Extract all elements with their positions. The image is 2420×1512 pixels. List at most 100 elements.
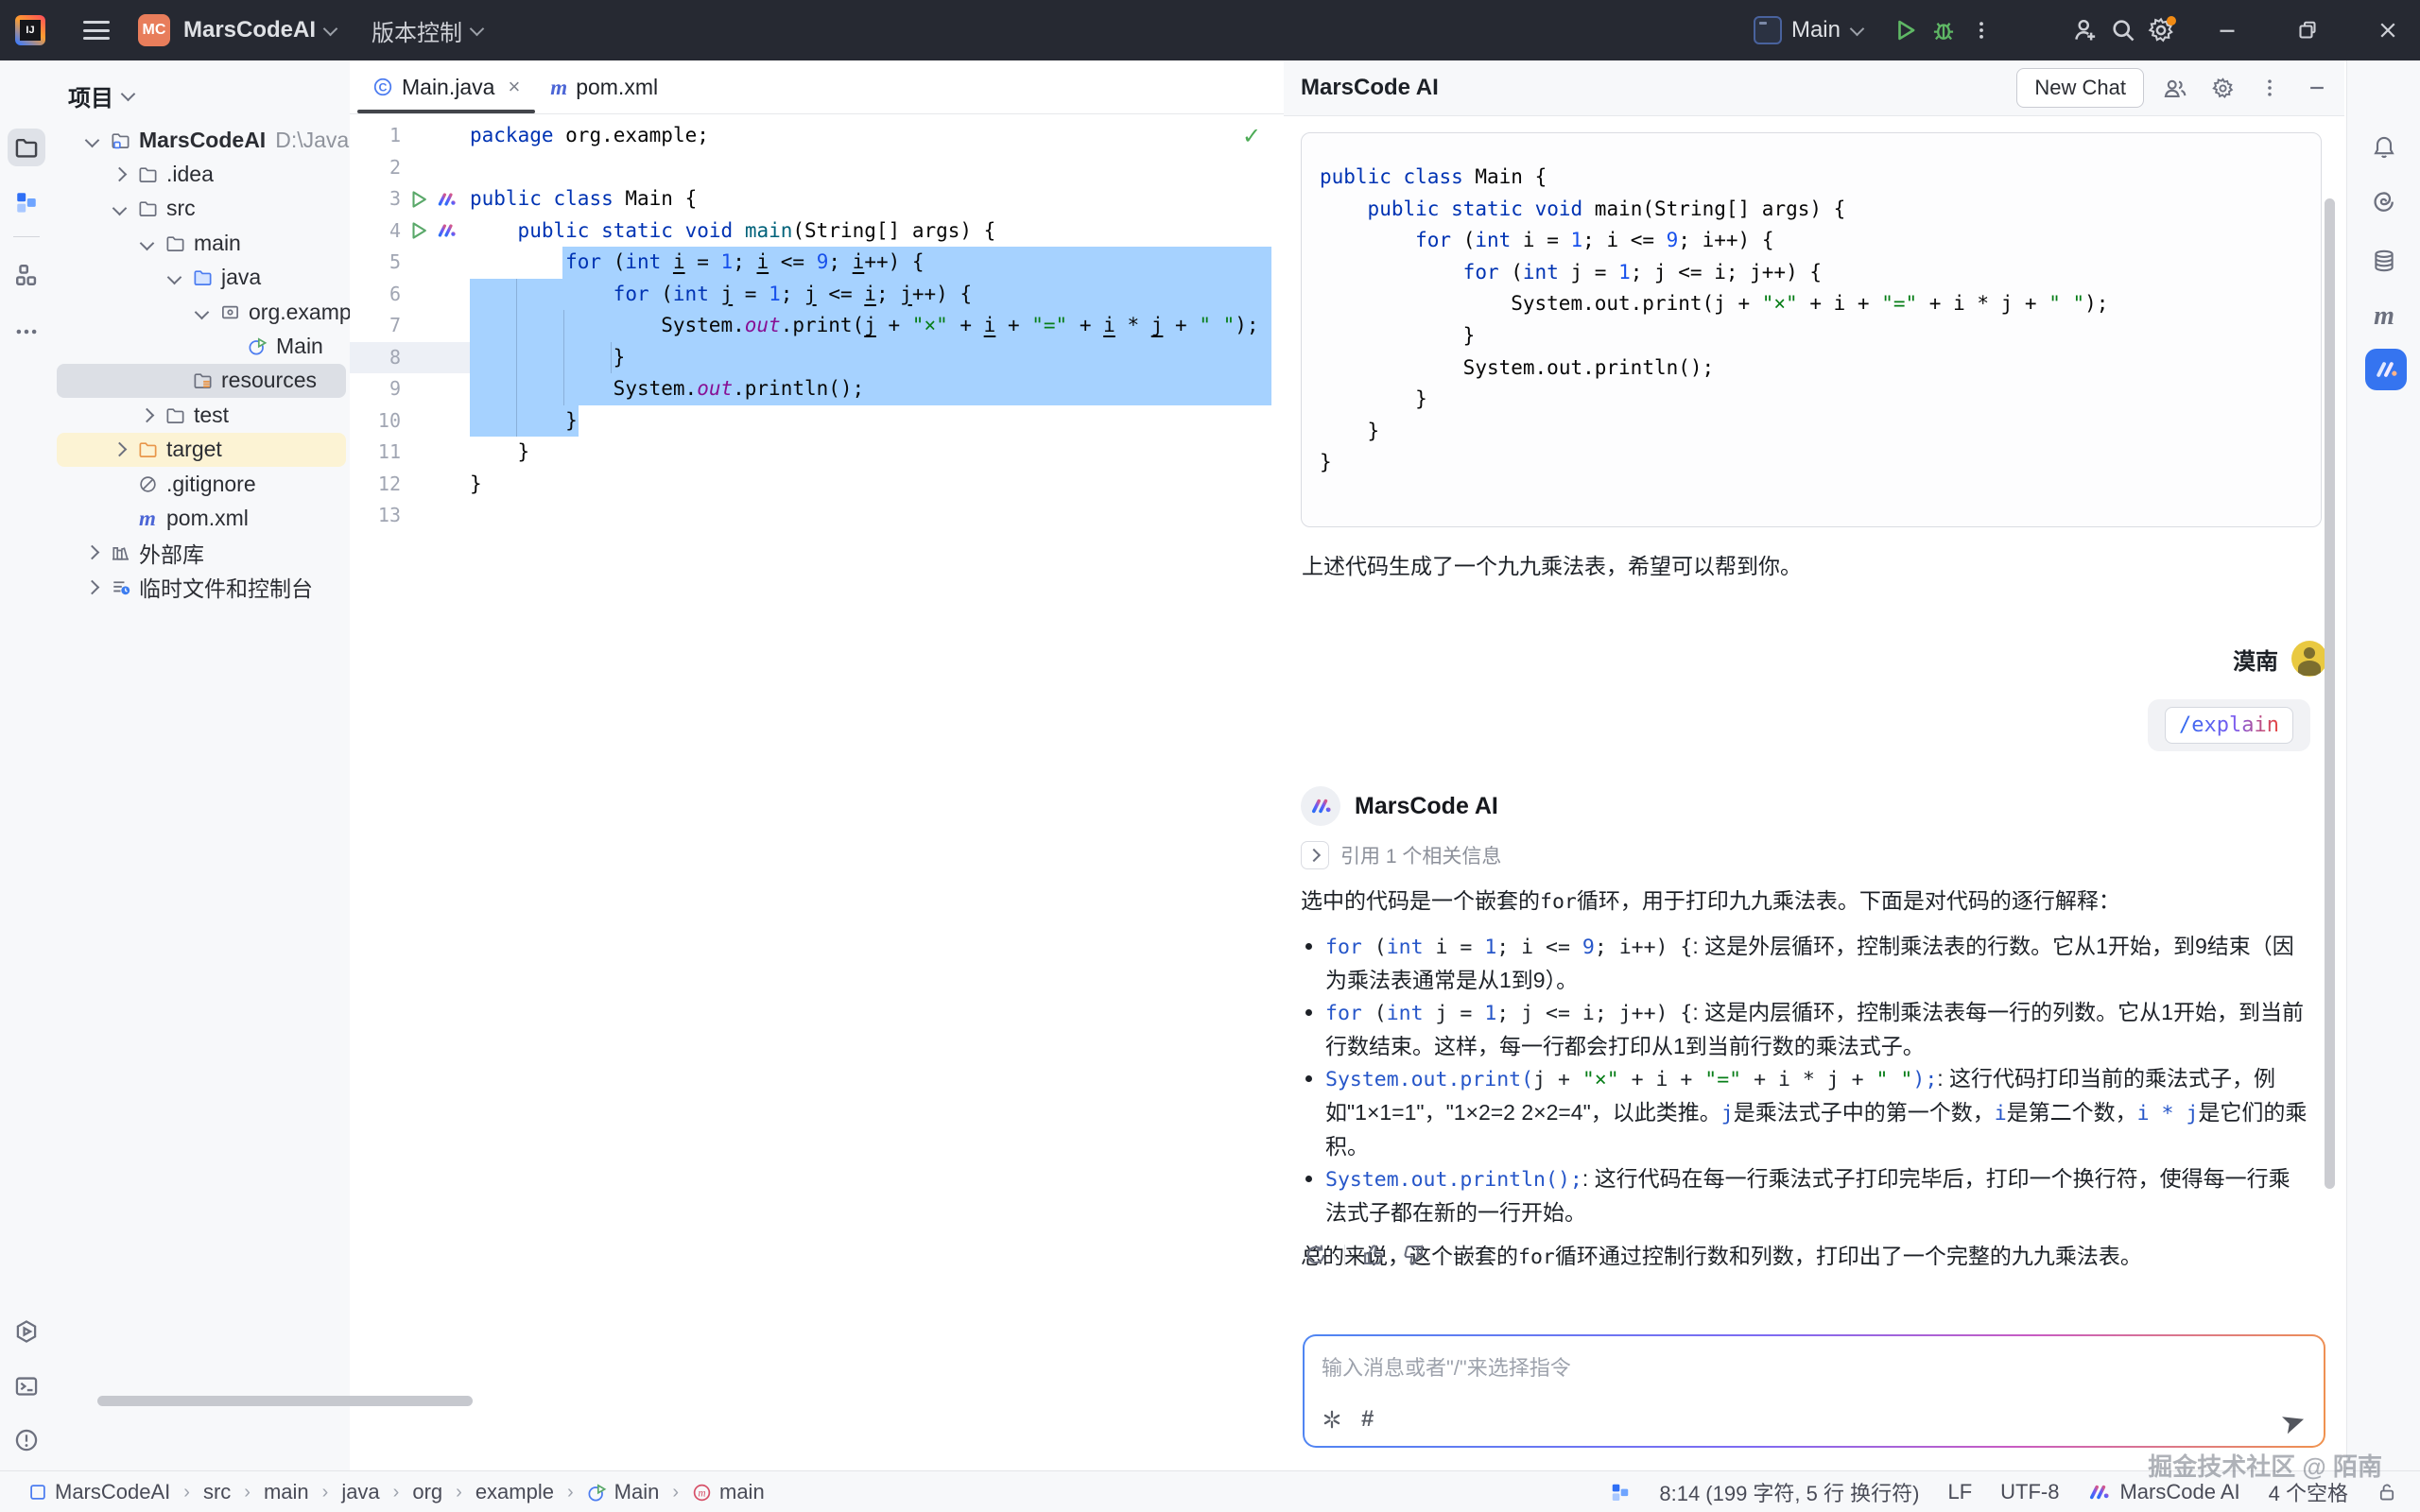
tree-item-test[interactable]: test (57, 398, 346, 432)
marscode-ai-status[interactable]: MarsCode AI (2087, 1480, 2239, 1504)
tree-chevron-icon[interactable] (112, 442, 128, 457)
main-menu-button[interactable] (83, 21, 110, 40)
run-configuration[interactable]: Main (1754, 16, 1862, 44)
code-editor[interactable]: 12345678910111213 package org.example;pu… (350, 60, 1284, 1470)
chat-scrollbar[interactable] (2325, 198, 2335, 1189)
hide-panel-button[interactable] (2301, 72, 2333, 104)
tree-item-.gitignore[interactable]: .gitignore (57, 467, 346, 501)
gutter-run-icons[interactable] (408, 215, 457, 248)
line-number: 7 (350, 310, 401, 342)
marscode-status-icon[interactable] (1610, 1482, 1631, 1503)
breadcrumb-item-src[interactable]: src (203, 1480, 231, 1504)
tree-chevron-icon[interactable] (140, 407, 155, 422)
answer-intro: 选中的代码是一个嵌套的for循环，用于打印九九乘法表。下面是对代码的逐行解释： (1301, 885, 2310, 919)
new-chat-button[interactable]: New Chat (2016, 68, 2144, 108)
tree-chevron-icon[interactable] (167, 270, 182, 285)
context-reference-icon[interactable]: # (1361, 1406, 1374, 1433)
breadcrumb-item-main[interactable]: main (264, 1480, 309, 1504)
terminal-tool-button[interactable] (8, 1367, 45, 1405)
tree-chevron-icon[interactable] (195, 304, 210, 319)
problems-tool-button[interactable] (8, 1421, 45, 1459)
code-line-1: package org.example; (470, 120, 709, 152)
ai-assistant-tool-button[interactable] (2365, 182, 2403, 220)
tree-chevron-icon[interactable] (112, 167, 128, 182)
tree-chevron-icon[interactable] (85, 132, 100, 147)
breadcrumb-item-MarsCodeAI[interactable]: MarsCodeAI (28, 1480, 170, 1504)
tree-item-java[interactable]: java (57, 261, 346, 295)
code-with-me-button[interactable] (2066, 11, 2104, 49)
explain-command-chip[interactable]: /explain (2165, 707, 2293, 744)
tree-chevron-icon[interactable] (140, 235, 155, 250)
maven-tool-button[interactable]: m (2365, 298, 2403, 335)
tree-chevron-icon[interactable] (85, 545, 100, 560)
run-button[interactable] (1887, 11, 1925, 49)
breadcrumb-item-main[interactable]: mmain (692, 1480, 765, 1504)
line-separator[interactable]: LF (1947, 1480, 1972, 1504)
project-panel-header[interactable]: 项目 (68, 79, 133, 112)
thumbs-down-button[interactable] (1396, 1238, 1430, 1272)
chat-more-button[interactable] (2254, 72, 2286, 104)
window-minimize-button[interactable] (2208, 11, 2246, 49)
project-tool-button[interactable] (8, 129, 45, 166)
tree-chevron-icon[interactable] (112, 201, 128, 216)
tree-item-Main[interactable]: Main (57, 329, 346, 363)
search-everywhere-button[interactable] (2104, 11, 2142, 49)
breadcrumb-item-example[interactable]: example (475, 1480, 554, 1504)
settings-button[interactable] (2142, 11, 2180, 49)
tree-item-.idea[interactable]: .idea (57, 157, 346, 191)
ide-logo-icon[interactable] (15, 15, 45, 45)
tree-chevron-icon[interactable] (85, 579, 100, 594)
tree-item-MarsCodeAI[interactable]: MarsCodeAID:\Java1\Ma (57, 123, 346, 157)
marscode-plugin-tool-button[interactable] (8, 183, 45, 221)
community-button[interactable] (2159, 72, 2191, 104)
project-icon[interactable]: MC (138, 14, 170, 46)
breadcrumb-separator: › (183, 1482, 190, 1503)
caret-position[interactable]: 8:14 (199 字符, 5 行 换行符) (1659, 1477, 1919, 1507)
more-actions-button[interactable] (1962, 11, 2000, 49)
window-restore-button[interactable] (2289, 11, 2326, 49)
project-name[interactable]: MarsCodeAI (183, 17, 316, 43)
tree-item-main[interactable]: main (57, 226, 346, 260)
structure-tool-button[interactable] (8, 256, 45, 294)
debug-button[interactable] (1925, 11, 1962, 49)
tree-item-target[interactable]: target (57, 433, 346, 467)
code-line-3: public class Main { (470, 183, 697, 215)
regenerate-button[interactable] (1299, 1238, 1333, 1272)
marscode-ai-tool-button[interactable] (2365, 349, 2407, 390)
reference-expand-button[interactable] (1301, 841, 1329, 869)
chat-code-block[interactable]: public class Main {public static void ma… (1301, 132, 2322, 527)
gutter-run-icons[interactable] (408, 183, 457, 215)
database-tool-button[interactable] (2365, 242, 2403, 280)
tree-item-label: resources (221, 368, 317, 393)
tree-item-外部库[interactable]: 外部库 (57, 536, 346, 570)
project-chevron-icon (323, 21, 338, 36)
tree-item-src[interactable]: src (57, 192, 346, 226)
chat-input[interactable]: 输入消息或者"/"来选择指令 # (1305, 1336, 2324, 1446)
services-tool-button[interactable] (8, 1313, 45, 1350)
breadcrumb-item-java[interactable]: java (341, 1480, 379, 1504)
tree-item-pom.xml[interactable]: mpom.xml (57, 501, 346, 535)
mc-gutter-icon (436, 189, 457, 210)
chat-settings-button[interactable] (2206, 72, 2238, 104)
tree-item-临时文件和控制台[interactable]: 临时文件和控制台 (57, 570, 346, 604)
vcs-menu[interactable]: 版本控制 (372, 14, 462, 47)
inspections-status-icon[interactable]: ✓ (1242, 123, 1261, 150)
project-horizontal-scrollbar[interactable] (97, 1396, 473, 1406)
send-button[interactable] (2282, 1410, 2307, 1435)
slash-commands-icon[interactable] (1322, 1409, 1342, 1430)
more-tool-windows-button[interactable] (8, 313, 45, 351)
ignored-icon (137, 474, 158, 494)
line-number: 8 (350, 342, 401, 374)
breadcrumb-item-Main[interactable]: Main (587, 1480, 660, 1504)
tree-item-label: test (194, 403, 229, 428)
file-encoding[interactable]: UTF-8 (2000, 1480, 2059, 1504)
readonly-lock-icon[interactable] (2377, 1482, 2397, 1503)
notifications-tool-button[interactable] (2365, 129, 2403, 166)
breadcrumb-item-org[interactable]: org (412, 1480, 442, 1504)
tree-item-org.example[interactable]: org.example (57, 295, 346, 329)
window-close-button[interactable] (2369, 11, 2407, 49)
tree-item-resources[interactable]: resources (57, 364, 346, 398)
reference-label[interactable]: 引用 1 个相关信息 (1340, 841, 1501, 869)
folder-src-icon (192, 267, 213, 287)
thumbs-up-button[interactable] (1357, 1238, 1391, 1272)
